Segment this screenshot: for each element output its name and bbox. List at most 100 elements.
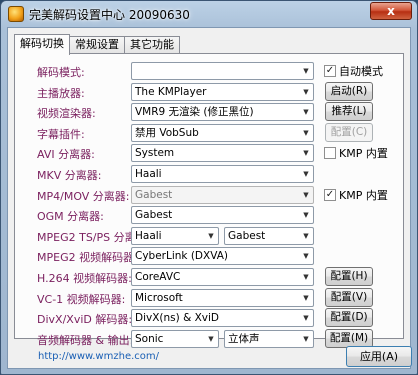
avi-splitter-value: System: [135, 147, 175, 160]
chevron-down-icon: ▼: [208, 231, 214, 240]
apply-button[interactable]: 应用(A): [346, 346, 412, 367]
audio-config-button[interactable]: 配置(M): [325, 328, 373, 348]
chevron-down-icon: ▼: [303, 334, 309, 343]
window-title: 完美解码设置中心 20090630: [29, 8, 190, 22]
title-bar[interactable]: 完美解码设置中心 20090630 x: [1, 1, 417, 27]
settings-window: 完美解码设置中心 20090630 x 解码切换 常规设置 其它功能 解码模式:…: [0, 0, 418, 375]
tab-strip: 解码切换 常规设置 其它功能: [14, 34, 180, 55]
row-mpeg2-video-decoder: MPEG2 视频解码器: CyberLink (DXVA) ▼: [15, 247, 403, 266]
audio-output-select[interactable]: 立体声 ▼: [224, 329, 314, 348]
checkbox-unchecked-icon: [324, 147, 336, 160]
vc1-video-decoder-value: Microsoft: [135, 291, 183, 304]
row-audio-decoder-output: 音频解码器 & 输出: Sonic ▼ 立体声 ▼ 配置(M): [15, 328, 403, 348]
decode-mode-select[interactable]: ▼: [131, 62, 314, 80]
row-vc1-video-decoder: VC-1 视频解码器: Microsoft ▼ 配置(V): [15, 287, 403, 307]
subtitle-plugin-value: 禁用 VobSub: [135, 126, 199, 139]
chevron-down-icon: ▼: [303, 211, 309, 220]
close-button[interactable]: x: [370, 2, 412, 20]
tab-decode-switch[interactable]: 解码切换: [14, 34, 70, 55]
vc1-video-decoder-label: VC-1 视频解码器:: [37, 292, 126, 306]
auto-mode-checkbox[interactable]: ✓ 自动模式: [324, 63, 383, 79]
mp4mov-splitter-value: Gabest: [135, 188, 173, 201]
divx-decoder-select[interactable]: DivX(ns) & XviD ▼: [131, 309, 314, 328]
h264-video-decoder-label: H.264 视频解码器:: [37, 272, 132, 285]
row-divx-decoder: DivX/XviD 解码器: DivX(ns) & XviD ▼ 配置(D): [15, 308, 403, 328]
avi-kmp-builtin-label: KMP 内置: [339, 147, 388, 161]
ogm-splitter-label: OGM 分离器:: [37, 210, 104, 224]
mkv-splitter-select[interactable]: Haali ▼: [131, 165, 314, 183]
vc1-config-button[interactable]: 配置(V): [325, 287, 373, 307]
chevron-down-icon: ▼: [303, 128, 309, 137]
main-player-label: 主播放器:: [37, 86, 85, 100]
launch-button[interactable]: 启动(R): [325, 81, 373, 101]
h264-config-button[interactable]: 配置(H): [325, 267, 373, 286]
mpeg2-ps-splitter-value: Gabest: [228, 229, 266, 242]
row-decode-mode: 解码模式: ▼ ✓ 自动模式: [15, 62, 403, 80]
audio-decoder-select[interactable]: Sonic ▼: [131, 329, 219, 348]
row-mpeg2-tsps-splitter: MPEG2 TS/PS 分离器: Haali ▼ Gabest ▼: [15, 226, 403, 245]
h264-video-decoder-value: CoreAVC: [135, 271, 181, 283]
chevron-down-icon: ▼: [303, 87, 309, 96]
mp4mov-kmp-builtin-checkbox[interactable]: ✓ KMP 内置: [324, 187, 388, 203]
recommend-button[interactable]: 推荐(L): [325, 102, 373, 122]
tab-general-settings[interactable]: 常规设置: [69, 36, 125, 54]
decode-switch-panel: 解码模式: ▼ ✓ 自动模式 主播放器: The KMPlayer ▼ 启动(R…: [14, 53, 404, 348]
mpeg2-ts-splitter-select[interactable]: Haali ▼: [131, 226, 219, 245]
website-link[interactable]: http://www.wmzhe.com/: [38, 351, 159, 362]
audio-decoder-output-label: 音频解码器 & 输出:: [37, 333, 134, 347]
checkbox-checked-icon: ✓: [324, 188, 336, 201]
mpeg2-video-decoder-value: CyberLink (DXVA): [135, 250, 228, 263]
mpeg2-video-decoder-label: MPEG2 视频解码器:: [37, 251, 138, 265]
audio-decoder-value: Sonic: [135, 332, 164, 345]
video-renderer-label: 视频渲染器:: [37, 107, 96, 121]
audio-output-value: 立体声: [228, 332, 260, 345]
chevron-down-icon: ▼: [303, 190, 309, 199]
mpeg2-video-decoder-select[interactable]: CyberLink (DXVA) ▼: [131, 247, 314, 266]
row-mkv-splitter: MKV 分离器: Haali ▼: [15, 165, 403, 183]
chevron-down-icon: ▼: [303, 67, 309, 75]
chevron-down-icon: ▼: [303, 293, 309, 302]
mp4mov-splitter-label: MP4/MOV 分离器:: [37, 189, 130, 203]
mpeg2-ps-splitter-select[interactable]: Gabest ▼: [224, 226, 314, 245]
mpeg2-ts-splitter-value: Haali: [135, 229, 162, 242]
avi-splitter-label: AVI 分离器:: [37, 148, 95, 162]
chevron-down-icon: ▼: [303, 252, 309, 261]
row-avi-splitter: AVI 分离器: System ▼ KMP 内置: [15, 144, 403, 163]
avi-splitter-select[interactable]: System ▼: [131, 144, 314, 163]
mkv-splitter-value: Haali: [135, 168, 162, 180]
row-mp4mov-splitter: MP4/MOV 分离器: Gabest ▼ ✓ KMP 内置: [15, 185, 403, 204]
avi-kmp-builtin-checkbox[interactable]: KMP 内置: [324, 145, 388, 161]
video-renderer-select[interactable]: VMR9 无渲染 (修正黑位) ▼: [131, 103, 314, 122]
h264-video-decoder-select[interactable]: CoreAVC ▼: [131, 268, 314, 286]
tab-other-functions[interactable]: 其它功能: [124, 36, 180, 54]
row-main-player: 主播放器: The KMPlayer ▼ 启动(R): [15, 81, 403, 101]
subtitle-plugin-label: 字幕插件:: [37, 127, 85, 141]
divx-config-button[interactable]: 配置(D): [325, 308, 373, 328]
subtitle-config-button[interactable]: 配置(C): [325, 122, 373, 142]
divx-decoder-value: DivX(ns) & XviD: [135, 312, 219, 325]
chevron-down-icon: ▼: [208, 334, 214, 343]
decode-mode-label: 解码模式:: [37, 66, 85, 79]
chevron-down-icon: ▼: [303, 231, 309, 240]
row-video-renderer: 视频渲染器: VMR9 无渲染 (修正黑位) ▼ 推荐(L): [15, 102, 403, 122]
chevron-down-icon: ▼: [303, 314, 309, 323]
subtitle-plugin-select[interactable]: 禁用 VobSub ▼: [131, 123, 314, 142]
row-subtitle-plugin: 字幕插件: 禁用 VobSub ▼ 配置(C): [15, 122, 403, 142]
ogm-splitter-select[interactable]: Gabest ▼: [131, 206, 314, 225]
dialog-client: 解码切换 常规设置 其它功能 解码模式: ▼ ✓ 自动模式 主播放器: The …: [7, 27, 412, 369]
app-icon: [8, 6, 24, 22]
divx-decoder-label: DivX/XviD 解码器:: [37, 313, 133, 327]
vc1-video-decoder-select[interactable]: Microsoft ▼: [131, 288, 314, 307]
main-player-value: The KMPlayer: [135, 85, 207, 98]
row-ogm-splitter: OGM 分离器: Gabest ▼: [15, 206, 403, 225]
chevron-down-icon: ▼: [303, 149, 309, 158]
row-h264-video-decoder: H.264 视频解码器: CoreAVC ▼ 配置(H): [15, 267, 403, 286]
checkbox-checked-icon: ✓: [324, 65, 336, 77]
main-player-select[interactable]: The KMPlayer ▼: [131, 82, 314, 101]
ogm-splitter-value: Gabest: [135, 209, 173, 222]
mp4mov-splitter-select[interactable]: Gabest ▼: [131, 185, 314, 204]
mp4mov-kmp-builtin-label: KMP 内置: [339, 188, 388, 202]
chevron-down-icon: ▼: [303, 170, 309, 178]
chevron-down-icon: ▼: [303, 273, 309, 281]
mkv-splitter-label: MKV 分离器:: [37, 169, 102, 182]
